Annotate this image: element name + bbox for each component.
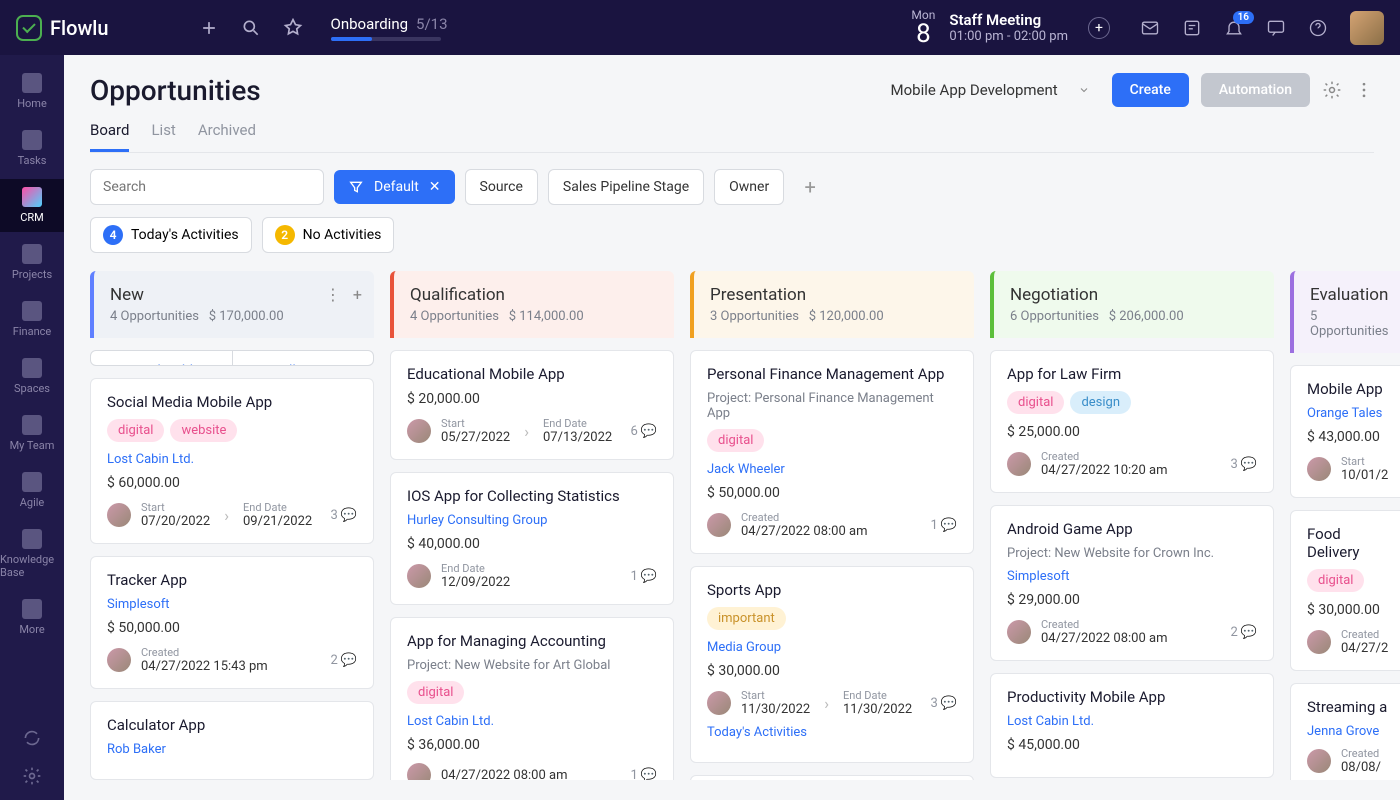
sidebar-item-myteam[interactable]: My Team	[0, 407, 64, 460]
logo-mark-icon	[16, 15, 42, 41]
filter-icon	[348, 179, 364, 195]
pin-icon[interactable]	[283, 18, 303, 38]
close-icon[interactable]: ✕	[429, 179, 441, 195]
onboarding-progress	[331, 37, 441, 41]
tab-archived[interactable]: Archived	[198, 121, 256, 152]
quick-add-button[interactable]: Quick Add	[91, 351, 233, 366]
card[interactable]: Sports App important Media Group $ 30,00…	[690, 566, 974, 763]
column-presentation: Presentation3 Opportunities $ 120,000.00…	[690, 271, 974, 780]
sidebar-item-finance[interactable]: Finance	[0, 293, 64, 346]
filter-stage[interactable]: Sales Pipeline Stage	[548, 169, 704, 205]
card[interactable]: Educational Mobile App $ 20,000.00 Start…	[390, 350, 674, 460]
onboarding-widget[interactable]: Onboarding 5/13	[331, 15, 448, 41]
filter-source[interactable]: Source	[465, 169, 538, 205]
add-filter-icon[interactable]: +	[794, 171, 826, 203]
column-negotiation: Negotiation6 Opportunities $ 206,000.00 …	[990, 271, 1274, 780]
page-title: Opportunities	[90, 74, 261, 107]
pill-today-activities[interactable]: 4 Today's Activities	[90, 217, 252, 253]
full-form-button[interactable]: Full Form	[233, 351, 374, 366]
sidebar-item-more[interactable]: More	[0, 591, 64, 644]
help-icon[interactable]	[1308, 18, 1328, 38]
sidebar-item-home[interactable]: Home	[0, 65, 64, 118]
column-add-icon[interactable]: +	[353, 285, 362, 304]
settings-icon[interactable]	[22, 766, 42, 786]
card[interactable]: App for Law Firm digitaldesign $ 25,000.…	[990, 350, 1274, 493]
chevron-down-icon	[1078, 84, 1090, 96]
card[interactable]: Streaming a Jenna Grove Created08/08/	[1290, 683, 1400, 780]
sidebar-item-tasks[interactable]: Tasks	[0, 122, 64, 175]
avatar	[107, 503, 131, 527]
chat-icon[interactable]	[1266, 18, 1286, 38]
gear-icon[interactable]	[1322, 80, 1342, 100]
view-tabs: Board List Archived	[90, 121, 1374, 153]
card[interactable]: App for Managing Accounting Project: New…	[390, 617, 674, 780]
quick-add-row: Quick Add Full Form	[90, 350, 374, 366]
card[interactable]: Travel Mobile App	[690, 775, 974, 780]
card[interactable]: Mobile App Orange Tales $ 43,000.00 Star…	[1290, 365, 1400, 498]
column-evaluation: Evaluation5 Opportunities Mobile App Ora…	[1290, 271, 1400, 780]
notification-badge: 16	[1233, 11, 1254, 24]
card[interactable]: Android Game App Project: New Website fo…	[990, 505, 1274, 661]
sidebar-item-spaces[interactable]: Spaces	[0, 350, 64, 403]
add-event-icon[interactable]: +	[1088, 17, 1110, 39]
sidebar-item-kb[interactable]: Knowledge Base	[0, 521, 64, 587]
tab-list[interactable]: List	[151, 121, 175, 152]
logo[interactable]: Flowlu	[16, 15, 109, 41]
column-menu-icon[interactable]: ⋮	[325, 285, 341, 304]
notifications-icon[interactable]: 16	[1224, 18, 1244, 38]
sidebar-item-projects[interactable]: Projects	[0, 236, 64, 289]
card[interactable]: Social Media Mobile App digitalwebsite L…	[90, 378, 374, 544]
search-input[interactable]	[90, 169, 324, 205]
sidebar-item-crm[interactable]: CRM	[0, 179, 64, 232]
column-qualification: Qualification4 Opportunities $ 114,000.0…	[390, 271, 674, 780]
pipeline-select[interactable]: Mobile App Development	[881, 75, 1100, 105]
more-icon[interactable]	[1354, 80, 1374, 100]
pill-no-activities[interactable]: 2 No Activities	[262, 217, 395, 253]
sidebar: Home Tasks CRM Projects Finance Spaces M…	[0, 55, 64, 800]
filter-owner[interactable]: Owner	[714, 169, 784, 205]
refresh-icon[interactable]	[22, 728, 42, 748]
kanban-board: New 4 Opportunities $ 170,000.00 ⋮+ Quic…	[64, 253, 1400, 798]
next-event[interactable]: Mon 8 Staff Meeting 01:00 pm - 02:00 pm …	[911, 9, 1110, 47]
filter-default[interactable]: Default ✕	[334, 170, 455, 204]
note-icon[interactable]	[1182, 18, 1202, 38]
mail-icon[interactable]	[1140, 18, 1160, 38]
user-avatar[interactable]	[1350, 11, 1384, 45]
card[interactable]: Personal Finance Management App Project:…	[690, 350, 974, 554]
card[interactable]: Food Delivery digital $ 30,000.00 Create…	[1290, 510, 1400, 671]
sidebar-item-agile[interactable]: Agile	[0, 464, 64, 517]
column-new: New 4 Opportunities $ 170,000.00 ⋮+ Quic…	[90, 271, 374, 780]
search-icon[interactable]	[241, 18, 261, 38]
card[interactable]: Calculator App Rob Baker	[90, 701, 374, 780]
card[interactable]: Tracker App Simplesoft $ 50,000.00 Creat…	[90, 556, 374, 689]
card[interactable]: Productivity Mobile App Lost Cabin Ltd. …	[990, 673, 1274, 778]
avatar	[107, 648, 131, 672]
card[interactable]: IOS App for Collecting Statistics Hurley…	[390, 472, 674, 605]
topbar: Flowlu Onboarding 5/13 Mon 8 Staff Meeti…	[0, 0, 1400, 55]
create-button[interactable]: Create	[1112, 73, 1189, 107]
automation-button[interactable]: Automation	[1201, 73, 1310, 107]
plus-icon[interactable]	[199, 18, 219, 38]
main-area: Opportunities Mobile App Development Cre…	[64, 55, 1400, 800]
tab-board[interactable]: Board	[90, 121, 129, 152]
